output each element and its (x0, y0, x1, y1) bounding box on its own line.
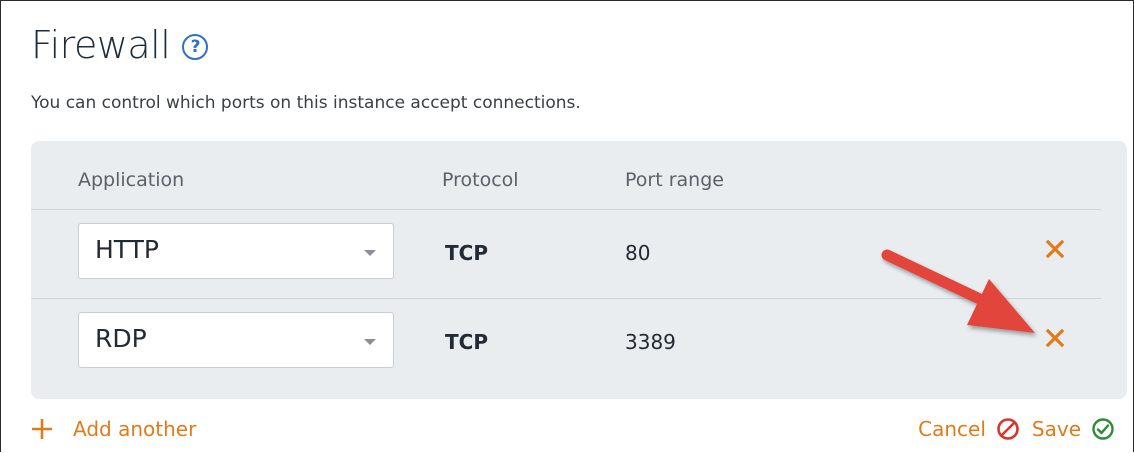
protocol-value: TCP (445, 241, 488, 265)
port-range-value: 80 (625, 241, 651, 265)
add-another-button[interactable]: Add another (31, 417, 196, 441)
firewall-title-text: Firewall (31, 23, 171, 67)
chevron-down-icon (364, 250, 376, 256)
form-actions: Cancel Save (918, 417, 1115, 441)
firewall-card: Firewall ? You can control which ports o… (0, 0, 1134, 452)
chevron-down-icon (364, 339, 376, 345)
application-value: RDP (95, 324, 147, 353)
firewall-description: You can control which ports on this inst… (31, 93, 581, 113)
page-title: Firewall ? (31, 23, 209, 67)
no-entry-icon (997, 418, 1019, 440)
application-value: HTTP (95, 235, 159, 264)
cancel-label: Cancel (918, 417, 986, 441)
header-port-range: Port range (625, 169, 724, 191)
header-application: Application (78, 169, 185, 191)
application-select[interactable]: RDP (78, 312, 394, 368)
header-protocol: Protocol (442, 169, 519, 191)
save-button[interactable]: Save (1032, 417, 1115, 441)
protocol-value: TCP (445, 330, 488, 354)
check-circle-icon (1092, 418, 1114, 440)
save-label: Save (1031, 417, 1081, 441)
help-icon[interactable]: ? (182, 34, 209, 60)
port-range-value: 3389 (625, 330, 676, 354)
plus-icon (32, 419, 52, 439)
add-another-label: Add another (73, 417, 197, 441)
cancel-button[interactable]: Cancel (918, 417, 1020, 441)
application-select[interactable]: HTTP (78, 223, 394, 279)
annotation-arrow-icon (881, 249, 1035, 333)
